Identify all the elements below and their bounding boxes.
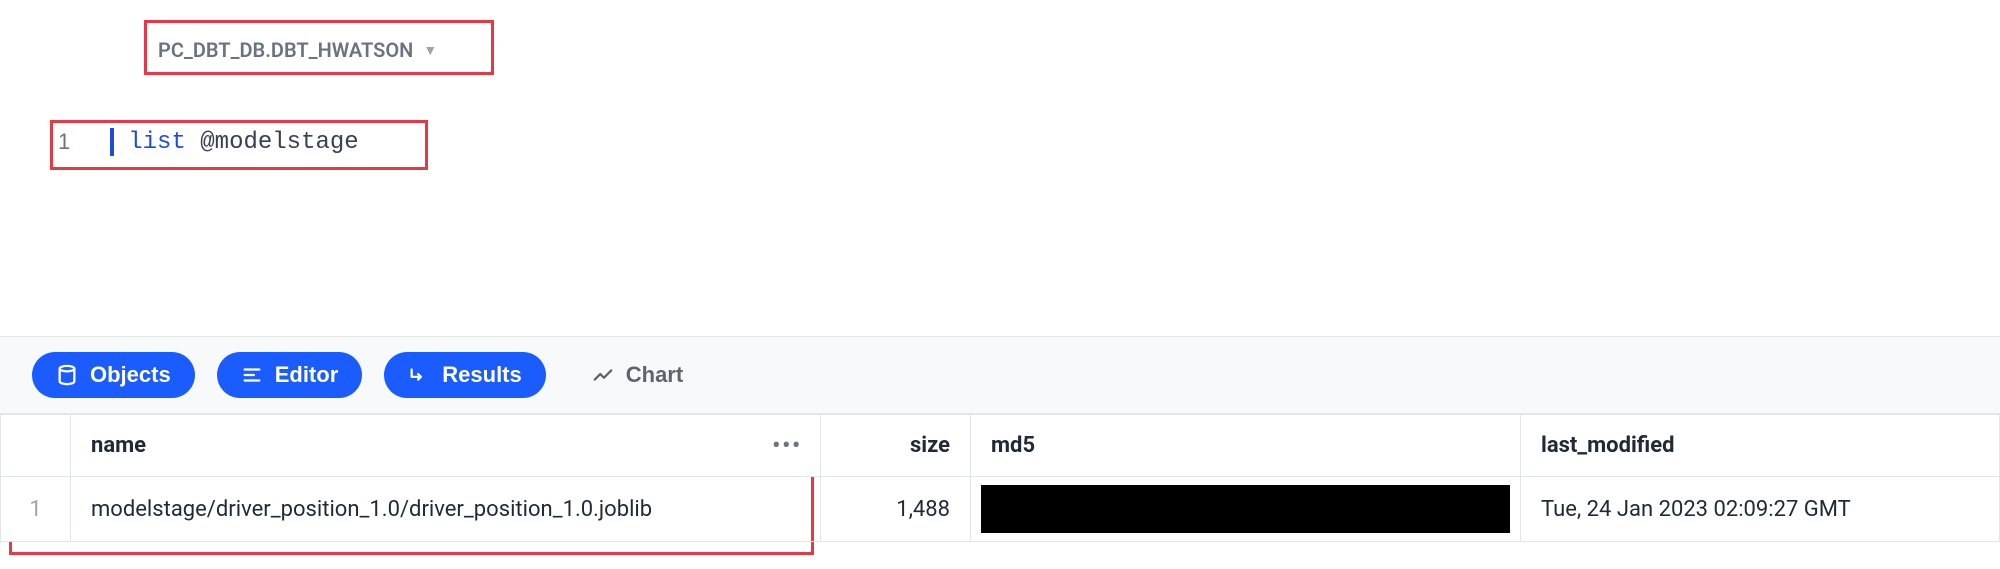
code-editor-line[interactable]: 1 list @modelstage bbox=[58, 128, 359, 156]
column-header-md5[interactable]: md5 bbox=[971, 415, 1521, 477]
row-number-header bbox=[1, 415, 71, 477]
redacted-block bbox=[981, 485, 1510, 533]
results-icon bbox=[408, 364, 430, 386]
editor-button[interactable]: Editor bbox=[217, 352, 363, 398]
objects-label: Objects bbox=[90, 362, 171, 388]
context-selector[interactable]: PC_DBT_DB.DBT_HWATSON ▼ bbox=[158, 38, 437, 62]
list-icon bbox=[241, 364, 263, 386]
table-row[interactable]: 1 modelstage/driver_position_1.0/driver_… bbox=[1, 477, 2000, 542]
results-table: name ••• size md5 last_modified 1 models… bbox=[0, 414, 2000, 542]
results-label: Results bbox=[442, 362, 521, 388]
header-label: name bbox=[91, 433, 146, 458]
md5-cell bbox=[971, 477, 1521, 542]
database-icon bbox=[56, 364, 78, 386]
code-identifier: @modelstage bbox=[200, 129, 358, 156]
chart-label: Chart bbox=[626, 362, 683, 388]
view-toolbar: Objects Editor Results Chart bbox=[0, 336, 2000, 414]
line-number: 1 bbox=[58, 129, 70, 155]
size-cell: 1,488 bbox=[821, 477, 971, 542]
table-header-row: name ••• size md5 last_modified bbox=[1, 415, 2000, 477]
chart-button[interactable]: Chart bbox=[568, 352, 707, 398]
column-header-size[interactable]: size bbox=[821, 415, 971, 477]
lastmodified-cell: Tue, 24 Jan 2023 02:09:27 GMT bbox=[1521, 477, 2000, 542]
results-button[interactable]: Results bbox=[384, 352, 545, 398]
code-keyword: list bbox=[128, 129, 186, 156]
name-cell: modelstage/driver_position_1.0/driver_po… bbox=[71, 477, 821, 542]
objects-button[interactable]: Objects bbox=[32, 352, 195, 398]
cursor-icon bbox=[110, 128, 114, 156]
column-header-name[interactable]: name ••• bbox=[71, 415, 821, 477]
chevron-down-icon: ▼ bbox=[423, 42, 437, 59]
column-header-lastmodified[interactable]: last_modified bbox=[1521, 415, 2000, 477]
more-icon[interactable]: ••• bbox=[772, 433, 802, 458]
row-number-cell: 1 bbox=[1, 477, 71, 542]
context-label: PC_DBT_DB.DBT_HWATSON bbox=[158, 38, 413, 62]
editor-label: Editor bbox=[275, 362, 339, 388]
chart-icon bbox=[592, 364, 614, 386]
